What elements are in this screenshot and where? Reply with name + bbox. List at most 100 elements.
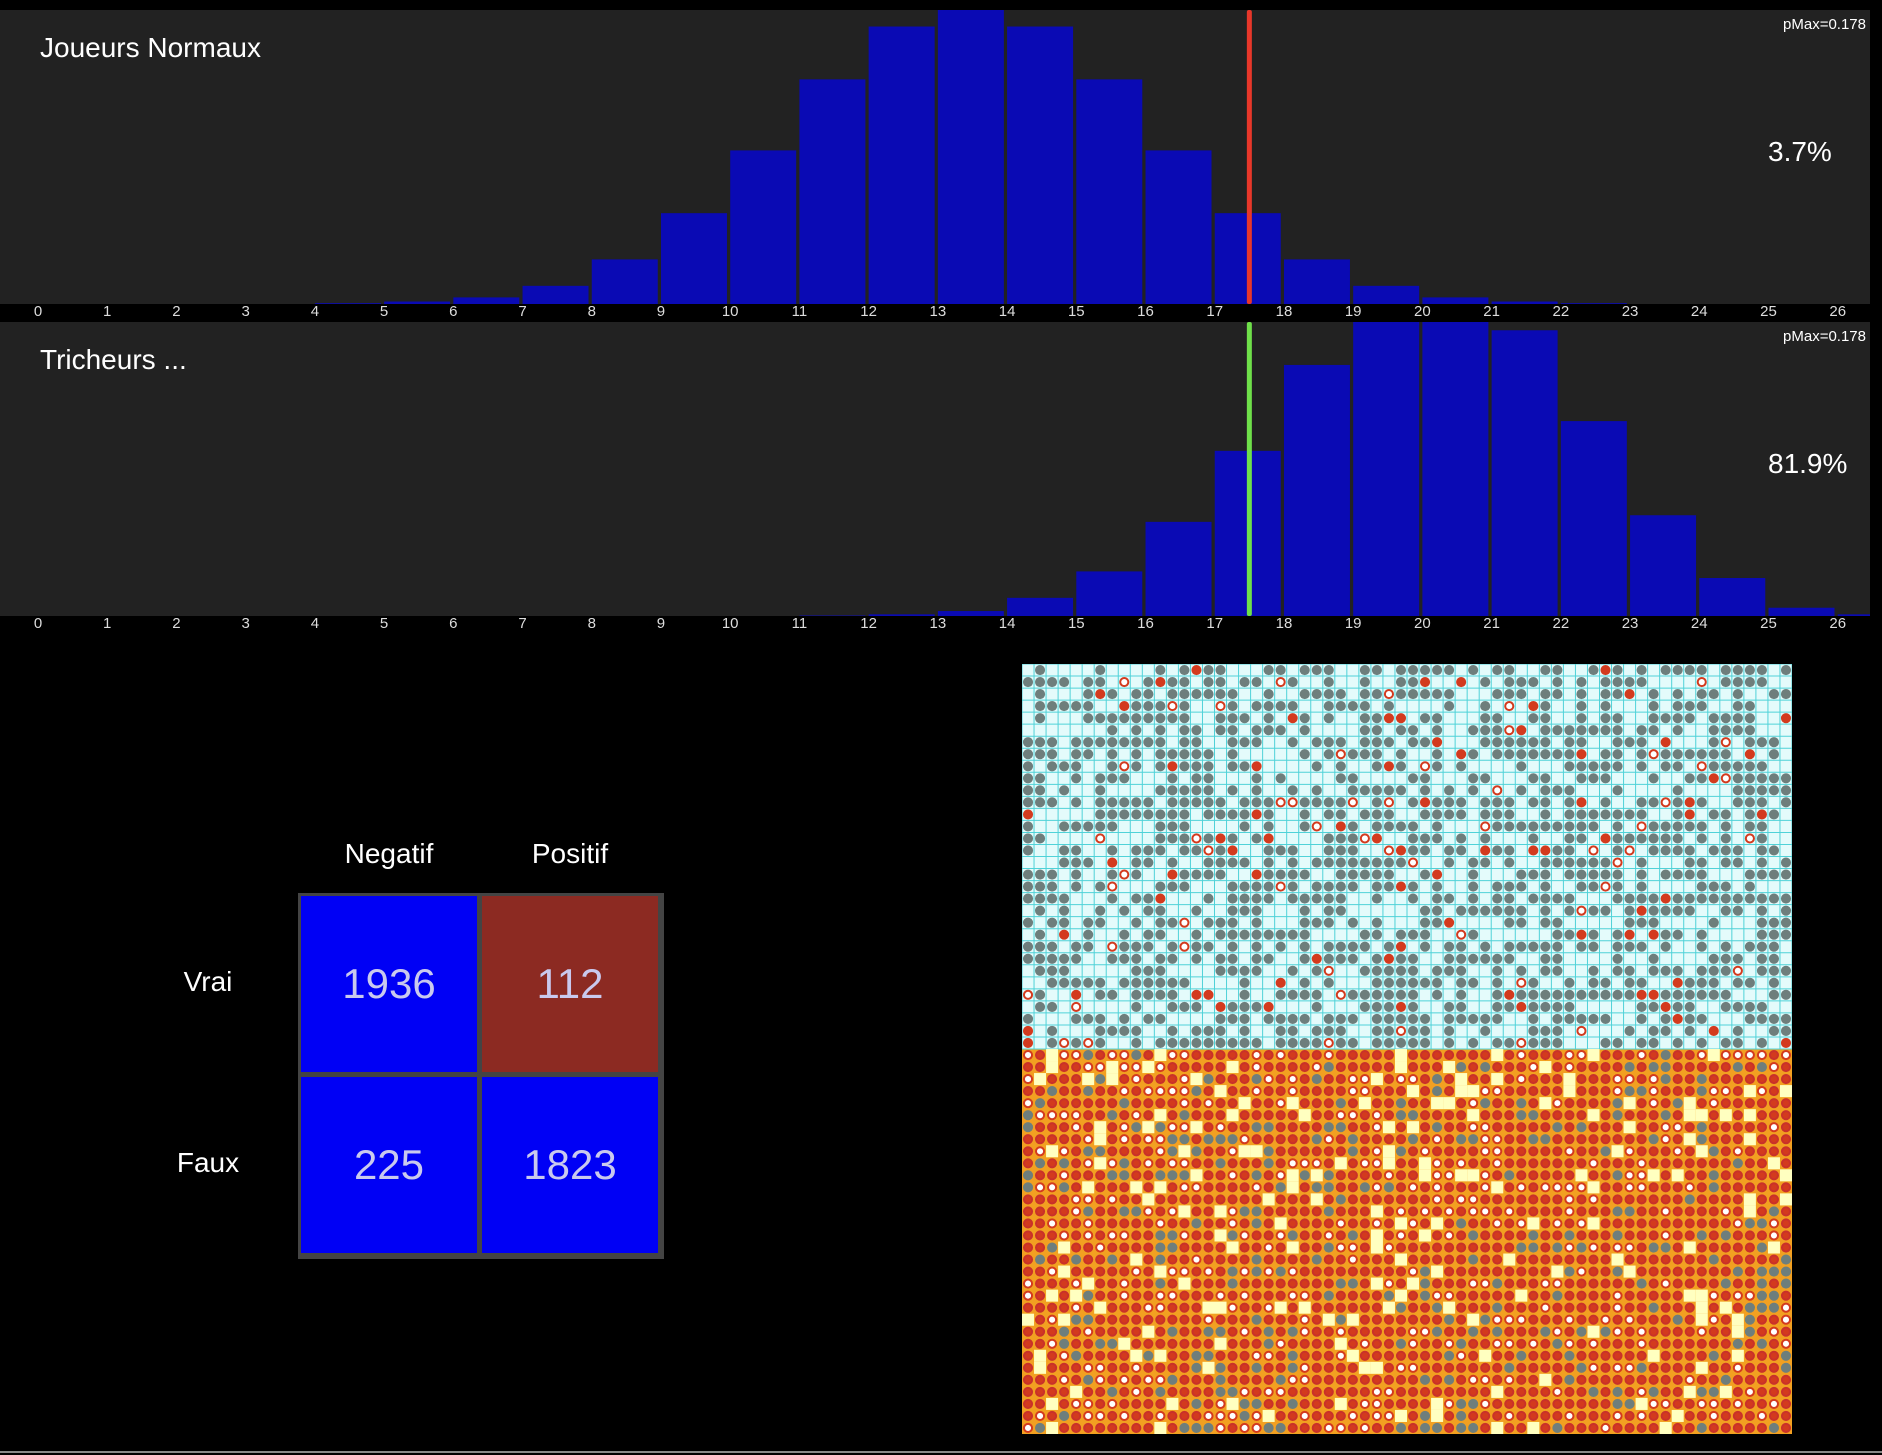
mosaic-cell-highlight	[1130, 1181, 1143, 1194]
mosaic-player-dot	[1034, 1266, 1046, 1277]
mosaic-player-dot	[1480, 1338, 1491, 1349]
mosaic-player-dot	[1167, 1086, 1178, 1097]
mosaic-player-dot	[1636, 1134, 1647, 1145]
mosaic-cell-highlight	[1491, 1385, 1504, 1398]
mosaic-player-dot	[1299, 1194, 1310, 1205]
mosaic-player-dot	[1311, 797, 1322, 808]
mosaic-player-dot	[1624, 1146, 1635, 1157]
mosaic-player-dot	[1119, 1314, 1130, 1325]
mosaic-player-dot	[1239, 1194, 1250, 1205]
mosaic-player-dot	[1624, 941, 1635, 952]
mosaic-player-dot	[1263, 1061, 1274, 1073]
mosaic-player-dot	[1672, 664, 1683, 676]
mosaic-player-dot	[1251, 1302, 1262, 1313]
mosaic-player-dot	[1780, 1290, 1792, 1301]
mosaic-player-dot	[1071, 737, 1082, 748]
mosaic-player-dot	[1648, 1242, 1659, 1253]
mosaic-player-dot	[1287, 1374, 1298, 1385]
mosaic-player-dot	[1095, 1398, 1106, 1409]
mosaic-player-dot	[1696, 1374, 1707, 1385]
mosaic-player-dot	[1359, 1254, 1370, 1265]
mosaic-player-dot	[1395, 1242, 1407, 1253]
mosaic-player-dot	[1034, 1146, 1046, 1157]
mosaic-player-dot	[1131, 965, 1142, 976]
mosaic-player-dot	[1287, 1350, 1298, 1361]
mosaic-player-dot	[1143, 1422, 1154, 1434]
mosaic-player-dot	[1648, 797, 1659, 808]
mosaic-player-dot	[1311, 1410, 1322, 1422]
mosaic-player-dot	[1720, 1037, 1731, 1049]
mosaic-player-dot	[1239, 1206, 1250, 1217]
mosaic-player-dot	[1407, 676, 1419, 688]
mosaic-player-dot	[1720, 941, 1731, 952]
mosaic-player-dot	[1311, 664, 1322, 676]
mosaic-player-dot	[1203, 676, 1214, 688]
mosaic-player-dot	[1359, 1326, 1370, 1337]
mosaic-player-dot	[1456, 989, 1467, 1000]
mosaic-player-dot	[1383, 953, 1395, 964]
mosaic-player-dot	[1311, 689, 1322, 700]
mosaic-player-dot	[1660, 1134, 1671, 1145]
mosaic-player-dot	[1492, 1194, 1503, 1205]
mosaic-player-dot	[1107, 1410, 1118, 1422]
mosaic-player-dot	[1047, 881, 1058, 892]
mosaic-player-dot	[1444, 1278, 1455, 1289]
mosaic-player-dot	[1323, 1170, 1334, 1181]
x-tick-16: 16	[1137, 615, 1154, 632]
mosaic-player-dot	[1131, 1290, 1142, 1301]
mosaic-player-dot	[1504, 1362, 1515, 1373]
mosaic-player-dot	[1143, 1049, 1154, 1061]
mosaic-player-dot	[1107, 1386, 1118, 1397]
mosaic-player-dot	[1359, 1122, 1370, 1133]
mosaic-player-dot	[1071, 1098, 1082, 1109]
mosaic-player-dot	[1744, 1422, 1755, 1434]
mosaic-player-dot	[1383, 1230, 1395, 1241]
mosaic-player-dot	[1432, 1230, 1443, 1241]
mosaic-player-dot	[1419, 1098, 1431, 1109]
x-tick-19: 19	[1344, 303, 1362, 320]
mosaic-player-dot	[1022, 1290, 1034, 1301]
mosaic-player-dot	[1131, 1362, 1142, 1373]
mosaic-player-dot	[1744, 1326, 1755, 1337]
mosaic-player-dot	[1299, 989, 1310, 1000]
confusion-col-label-negatif: Negatif	[344, 838, 434, 869]
mosaic-player-dot	[1528, 1182, 1539, 1193]
mosaic-player-dot	[1540, 1086, 1551, 1097]
mosaic-cell-highlight	[1358, 1097, 1371, 1110]
mosaic-player-dot	[1107, 857, 1118, 868]
x-tick-1: 1	[103, 303, 112, 320]
mosaic-player-dot	[1636, 1266, 1647, 1277]
mosaic-player-dot	[1143, 1206, 1154, 1217]
mosaic-player-dot	[1119, 1206, 1130, 1217]
mosaic-player-dot	[1179, 1314, 1190, 1325]
mosaic-player-dot	[1239, 1049, 1250, 1061]
mosaic-player-dot	[1215, 857, 1226, 868]
mosaic-player-dot	[1119, 1074, 1130, 1085]
mosaic-player-dot	[1407, 1350, 1419, 1361]
mosaic-player-dot	[1600, 1362, 1611, 1373]
mosaic-player-dot	[1528, 1254, 1539, 1265]
mosaic-player-dot	[1215, 953, 1226, 964]
mosaic-player-dot	[1371, 1170, 1382, 1181]
mosaic-player-dot	[1456, 1110, 1467, 1121]
mosaic-player-dot	[1419, 1025, 1431, 1037]
mosaic-player-dot	[1780, 1061, 1792, 1073]
mosaic-player-dot	[1371, 737, 1382, 748]
mosaic-player-dot	[1059, 1230, 1070, 1241]
mosaic-player-dot	[1191, 1326, 1202, 1337]
mosaic-player-dot	[1516, 1314, 1527, 1325]
mosaic-player-dot	[1022, 1278, 1034, 1289]
mosaic-player-dot	[1588, 989, 1599, 1000]
mosaic-player-dot	[1732, 689, 1743, 700]
mosaic-player-dot	[1516, 1242, 1527, 1253]
mosaic-player-dot	[1768, 1206, 1780, 1217]
mosaic-player-dot	[1311, 1098, 1322, 1109]
mosaic-player-dot	[1444, 1122, 1455, 1133]
mosaic-player-dot	[1191, 1182, 1202, 1193]
mosaic-cell-highlight	[1407, 1121, 1420, 1134]
mosaic-player-dot	[1456, 1422, 1467, 1434]
mosaic-player-dot	[1263, 857, 1274, 868]
mosaic-player-dot	[1311, 1134, 1322, 1145]
mosaic-player-dot	[1780, 797, 1792, 808]
mosaic-player-dot	[1323, 917, 1334, 928]
